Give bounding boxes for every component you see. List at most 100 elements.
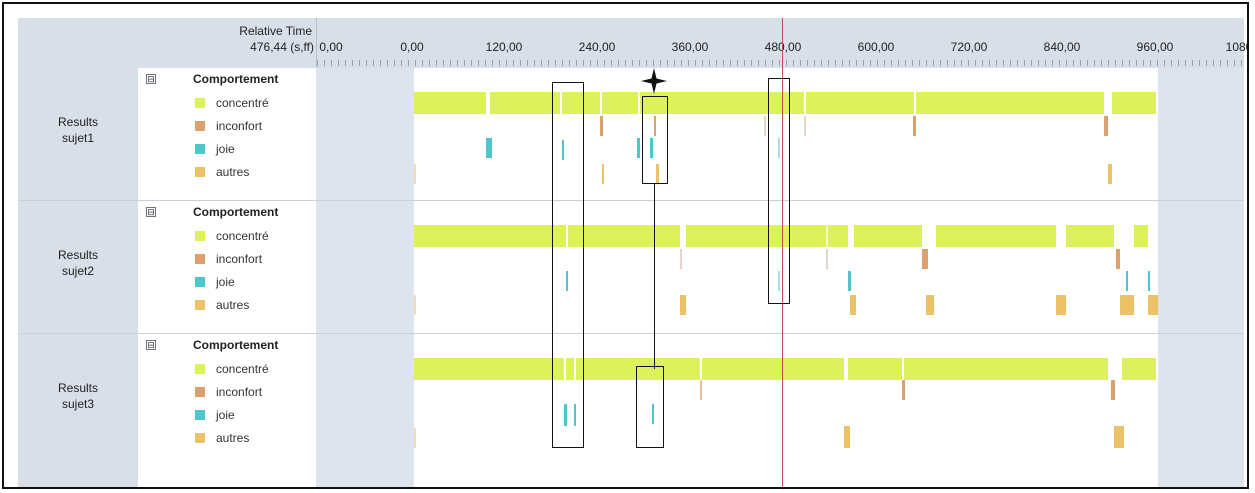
track-active-range bbox=[414, 334, 1158, 487]
tick-label: 0,00 bbox=[319, 40, 343, 54]
track-out-of-range bbox=[1158, 201, 1244, 333]
legend-joie: joie bbox=[216, 408, 235, 422]
autres-event[interactable] bbox=[844, 426, 850, 448]
concentre-segment[interactable] bbox=[414, 225, 680, 247]
inconfort-event[interactable] bbox=[1104, 116, 1108, 136]
result-row-sujet1: Results sujet1 ⊟ Comportement concentré … bbox=[18, 68, 1244, 201]
concentre-segment[interactable] bbox=[1066, 225, 1114, 247]
inconfort-event[interactable] bbox=[764, 116, 766, 136]
concentre-segment[interactable] bbox=[1134, 225, 1148, 247]
autres-swatch bbox=[195, 167, 205, 177]
gap-marker bbox=[804, 92, 806, 114]
autres-event[interactable] bbox=[1108, 164, 1112, 184]
joie-swatch bbox=[195, 410, 205, 420]
autres-event[interactable] bbox=[1056, 295, 1066, 315]
concentre-swatch bbox=[195, 364, 205, 374]
tick-label: 360,00 bbox=[671, 40, 709, 54]
autres-swatch bbox=[195, 433, 205, 443]
joie-event[interactable] bbox=[637, 138, 640, 158]
legend-inconfort: inconfort bbox=[216, 385, 263, 399]
legend-joie: joie bbox=[216, 275, 235, 289]
collapse-minus-icon[interactable]: ⊟ bbox=[146, 207, 156, 217]
row-label: Results sujet2 bbox=[18, 247, 138, 279]
concentre-segment[interactable] bbox=[848, 358, 1108, 380]
header-left-cell: Relative Time 476,44 (s,ff) bbox=[18, 18, 316, 68]
row-label-line2: sujet3 bbox=[61, 397, 95, 411]
legend-cell: ⊟ Comportement concentré inconfort joie … bbox=[138, 68, 317, 200]
gap-marker bbox=[600, 92, 602, 114]
joie-event[interactable] bbox=[1126, 271, 1128, 291]
joie-event[interactable] bbox=[486, 138, 492, 158]
concentre-segment[interactable] bbox=[414, 92, 486, 114]
autres-event[interactable] bbox=[850, 295, 856, 315]
collapse-minus-icon[interactable]: ⊟ bbox=[146, 74, 156, 84]
row-label-line1: Results bbox=[57, 381, 98, 395]
concentre-segment[interactable] bbox=[490, 92, 1156, 114]
row-label: Results sujet1 bbox=[18, 114, 138, 146]
inconfort-event[interactable] bbox=[913, 116, 916, 136]
legend-concentre: concentré bbox=[216, 229, 269, 243]
window-frame: Relative Time 476,44 (s,ff) 0,00 0,00 12… bbox=[2, 2, 1249, 489]
autres-event[interactable] bbox=[414, 428, 416, 448]
group-title: Comportement bbox=[193, 338, 279, 352]
group-title: Comportement bbox=[193, 72, 279, 86]
tick-label: 720,00 bbox=[950, 40, 988, 54]
row-label-cell: Results sujet3 bbox=[18, 334, 139, 487]
inconfort-event[interactable] bbox=[680, 249, 682, 269]
tick-label: 1080 bbox=[1225, 40, 1247, 54]
tick-label: 600,00 bbox=[857, 40, 895, 54]
legend-inconfort: inconfort bbox=[216, 252, 263, 266]
row-label-cell: Results sujet1 bbox=[18, 68, 139, 200]
autres-event[interactable] bbox=[1120, 295, 1134, 315]
gap-marker bbox=[638, 92, 640, 114]
autres-event[interactable] bbox=[414, 164, 416, 184]
autres-event[interactable] bbox=[602, 164, 604, 184]
star-marker-icon bbox=[641, 68, 667, 94]
inconfort-event[interactable] bbox=[1111, 380, 1115, 400]
concentre-swatch bbox=[195, 231, 205, 241]
tick-label: 120,00 bbox=[485, 40, 523, 54]
autres-event[interactable] bbox=[680, 295, 686, 315]
inconfort-event[interactable] bbox=[600, 116, 603, 136]
timeline-panel: Relative Time 476,44 (s,ff) 0,00 0,00 12… bbox=[18, 18, 1247, 487]
time-ruler[interactable]: 0,00 0,00 120,00 240,00 360,00 480,00 60… bbox=[316, 18, 1247, 68]
track-area[interactable] bbox=[316, 334, 1244, 487]
inconfort-event[interactable] bbox=[826, 249, 828, 269]
gap-marker bbox=[700, 358, 702, 380]
autres-event[interactable] bbox=[414, 295, 416, 315]
legend-cell: ⊟ Comportement concentré inconfort joie … bbox=[138, 201, 317, 333]
concentre-segment[interactable] bbox=[854, 225, 922, 247]
autres-event[interactable] bbox=[1114, 426, 1124, 448]
concentre-segment[interactable] bbox=[686, 225, 848, 247]
inconfort-event[interactable] bbox=[902, 380, 905, 400]
legend-cell: ⊟ Comportement concentré inconfort joie … bbox=[138, 334, 317, 487]
concentre-swatch bbox=[195, 98, 205, 108]
legend-autres: autres bbox=[216, 431, 250, 445]
inconfort-event[interactable] bbox=[1116, 249, 1120, 269]
autres-event[interactable] bbox=[926, 295, 934, 315]
gap-marker bbox=[826, 225, 828, 247]
autres-event[interactable] bbox=[1148, 295, 1158, 315]
joie-swatch bbox=[195, 277, 205, 287]
highlight-box bbox=[642, 96, 668, 184]
joie-event[interactable] bbox=[848, 271, 851, 291]
joie-event[interactable] bbox=[1148, 271, 1150, 291]
concentre-segment[interactable] bbox=[936, 225, 1056, 247]
row-label: Results sujet3 bbox=[18, 380, 138, 412]
tick-label: 840,00 bbox=[1043, 40, 1081, 54]
inconfort-swatch bbox=[195, 254, 205, 264]
inconfort-event[interactable] bbox=[922, 249, 928, 269]
tick-label: 0,00 bbox=[400, 40, 424, 54]
inconfort-event[interactable] bbox=[804, 116, 806, 136]
group-title: Comportement bbox=[193, 205, 279, 219]
concentre-segment[interactable] bbox=[1122, 358, 1156, 380]
highlight-box bbox=[636, 366, 664, 448]
legend-joie: joie bbox=[216, 142, 235, 156]
highlight-connector-line bbox=[654, 183, 655, 369]
concentre-segment[interactable] bbox=[414, 358, 844, 380]
ruler-minor-ticks bbox=[317, 60, 1245, 66]
highlight-box bbox=[768, 78, 790, 304]
legend-concentre: concentré bbox=[216, 362, 269, 376]
inconfort-event[interactable] bbox=[700, 380, 702, 400]
collapse-minus-icon[interactable]: ⊟ bbox=[146, 340, 156, 350]
